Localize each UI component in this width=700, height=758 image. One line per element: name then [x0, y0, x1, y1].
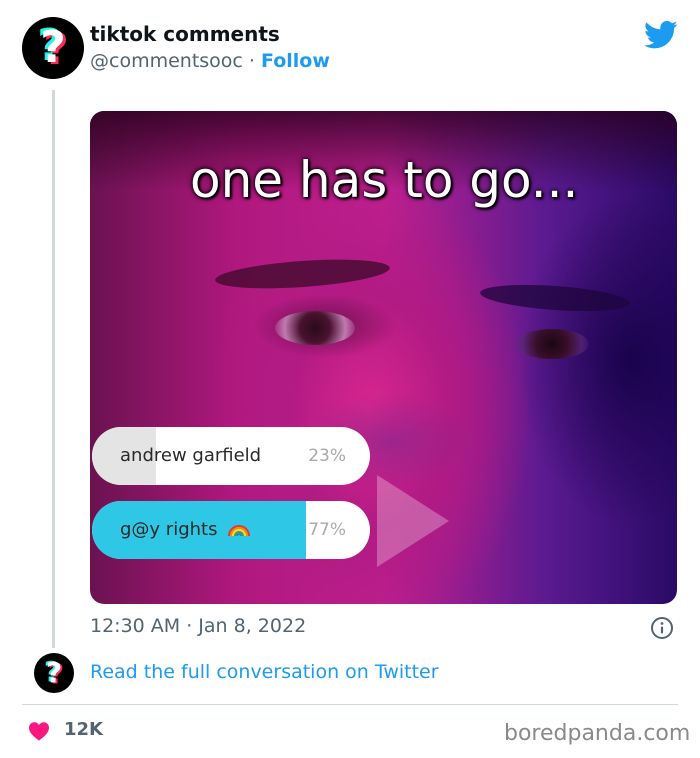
info-icon[interactable] [650, 616, 674, 640]
photo-eyebrow-right [479, 280, 631, 316]
tweet-timestamp[interactable]: 12:30 AM · Jan 8, 2022 [90, 615, 306, 637]
author-handle[interactable]: @commentsooc [90, 50, 243, 72]
poll-option-label: g@y rights [120, 501, 251, 559]
tweet-embed: ? tiktok comments @commentsooc · Follow … [0, 0, 700, 758]
footer-divider [22, 704, 678, 705]
author-handle-row: @commentsooc · Follow [90, 50, 330, 72]
handle-separator: · [248, 50, 255, 72]
poll-option-1: andrew garfield 23% [92, 427, 370, 485]
photo-eyebrow-left [214, 254, 391, 294]
poll-option-2: g@y rights 77% [92, 501, 370, 559]
photo-eye-left [275, 311, 355, 345]
twitter-bird-icon[interactable] [644, 20, 678, 50]
follow-button[interactable]: Follow [261, 50, 330, 72]
play-icon[interactable] [373, 471, 453, 571]
poll-option-label: andrew garfield [120, 445, 262, 466]
author-avatar-small[interactable]: ? [34, 653, 74, 693]
poll-option-percent: 23% [308, 446, 346, 466]
poll-option-text: g@y rights [120, 519, 218, 540]
media-overlay-text: one has to go... [190, 151, 579, 209]
poll-option-percent: 77% [308, 520, 346, 540]
thread-line [52, 90, 55, 648]
author-display-name[interactable]: tiktok comments [90, 22, 280, 46]
heart-icon[interactable] [28, 721, 50, 741]
author-avatar[interactable]: ? [22, 17, 84, 79]
rainbow-icon [228, 525, 251, 536]
tweet-media[interactable]: one has to go... andrew garfield 23% g@y… [90, 111, 677, 604]
watermark-text: boredpanda.com [504, 721, 691, 746]
like-count[interactable]: 12K [64, 719, 103, 740]
read-conversation-link[interactable]: Read the full conversation on Twitter [90, 661, 439, 683]
photo-eye-right [515, 329, 589, 359]
